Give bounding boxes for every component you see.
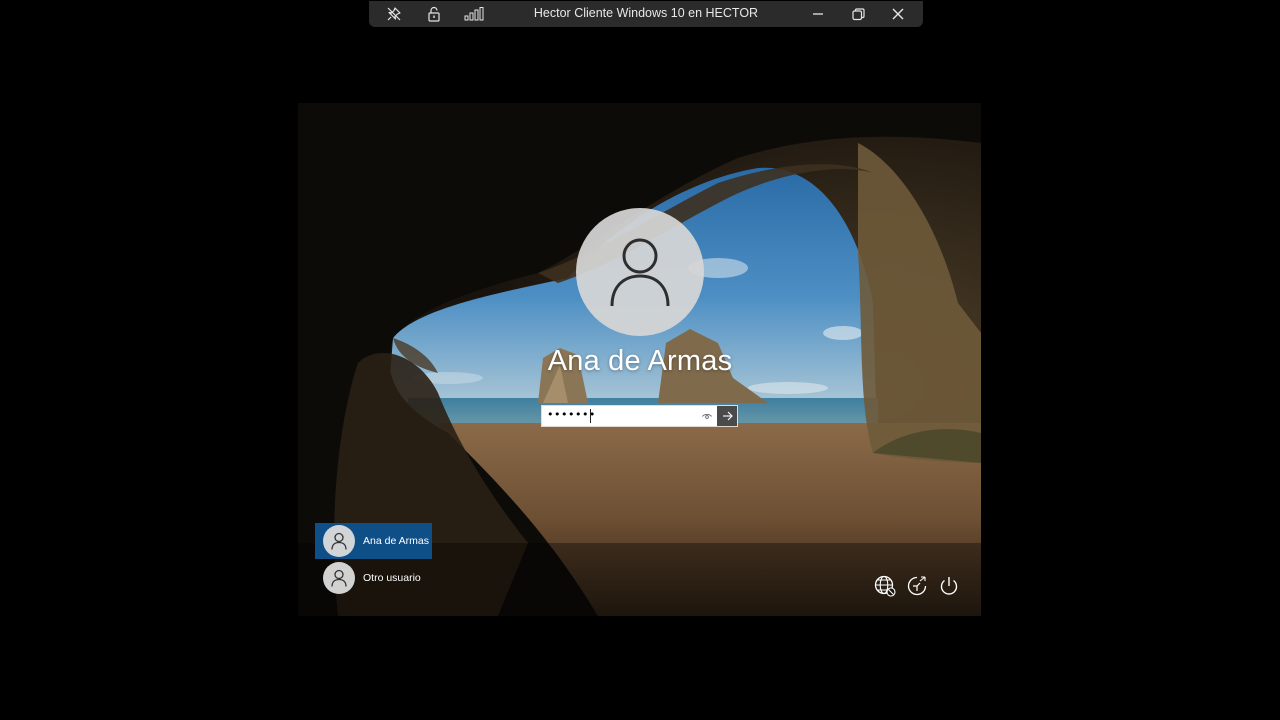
network-icon[interactable] xyxy=(873,574,897,598)
text-cursor xyxy=(590,409,591,423)
accessibility-icon[interactable] xyxy=(905,574,929,598)
password-dots: ••••••• xyxy=(547,408,596,421)
submit-arrow-button[interactable] xyxy=(717,406,737,426)
user-list-item-selected[interactable]: Ana de Armas xyxy=(315,523,432,559)
restore-icon[interactable] xyxy=(847,4,869,24)
minimize-icon[interactable] xyxy=(807,4,829,24)
user-list-label: Ana de Armas xyxy=(363,535,429,547)
lock-icon[interactable] xyxy=(423,4,445,24)
screen: Hector Cliente Windows 10 en HECTOR Ana … xyxy=(0,0,1280,720)
connection-title: Hector Cliente Windows 10 en HECTOR xyxy=(533,6,759,20)
unpin-icon[interactable] xyxy=(383,4,405,24)
reveal-password-icon[interactable] xyxy=(701,410,713,422)
person-icon xyxy=(610,238,670,307)
current-user-name: Ana de Armas xyxy=(547,345,733,377)
power-icon[interactable] xyxy=(937,574,961,598)
user-list-item[interactable]: Otro usuario xyxy=(315,560,432,596)
password-input[interactable]: ••••••• xyxy=(542,406,717,426)
user-avatar-small xyxy=(323,525,355,557)
person-icon xyxy=(331,532,347,550)
close-icon[interactable] xyxy=(887,4,909,24)
user-avatar-small xyxy=(323,562,355,594)
arrow-right-icon xyxy=(722,411,733,421)
person-icon xyxy=(331,569,347,587)
remote-connection-bar: Hector Cliente Windows 10 en HECTOR xyxy=(369,1,923,27)
password-box: ••••••• xyxy=(541,405,738,427)
user-list-label: Otro usuario xyxy=(363,572,421,584)
user-avatar xyxy=(576,208,704,336)
signal-bars-icon[interactable] xyxy=(463,4,485,24)
remote-session-viewport: Ana de Armas ••••••• Ana de Armas Otro u… xyxy=(298,103,981,616)
